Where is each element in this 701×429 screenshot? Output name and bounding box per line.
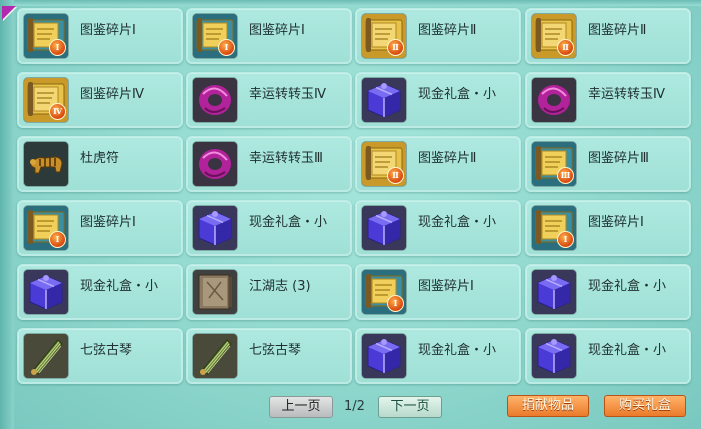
grade-badge: Ⅳ [49, 103, 66, 120]
item-name: 图鉴碎片Ⅰ [80, 215, 136, 230]
item-name: 七弦古琴 [249, 343, 302, 358]
panel-left-border [0, 0, 14, 429]
donate-items-button[interactable]: 捐献物品 [507, 395, 589, 417]
scroll-fragment-icon: Ⅰ [531, 205, 577, 251]
item-name: 现金礼盒・小 [418, 343, 497, 358]
scroll-fragment-icon: Ⅰ [23, 13, 69, 59]
item-name: 图鉴碎片Ⅳ [80, 87, 144, 102]
item-slot[interactable]: 现金礼盒・小 [17, 264, 183, 320]
grade-badge: Ⅰ [557, 231, 574, 248]
scroll-fragment-icon: Ⅱ [531, 13, 577, 59]
item-slot[interactable]: 幸运转转玉Ⅲ [186, 136, 352, 192]
item-slot[interactable]: Ⅰ 图鉴碎片Ⅰ [525, 200, 691, 256]
item-slot[interactable]: 现金礼盒・小 [355, 72, 521, 128]
guqin-icon [23, 333, 69, 379]
gift-box-icon [531, 333, 577, 379]
jianghu-book-icon [192, 269, 238, 315]
item-slot[interactable]: 现金礼盒・小 [525, 264, 691, 320]
item-slot[interactable]: Ⅱ 图鉴碎片Ⅱ [355, 8, 521, 64]
gift-box-icon [361, 205, 407, 251]
grade-badge: Ⅰ [49, 39, 66, 56]
item-slot[interactable]: 现金礼盒・小 [186, 200, 352, 256]
gift-box-icon [531, 269, 577, 315]
item-name: 图鉴碎片Ⅰ [588, 215, 644, 230]
item-slot[interactable]: 江湖志 (3) [186, 264, 352, 320]
next-page-button[interactable]: 下一页 [378, 396, 442, 418]
item-slot[interactable]: 现金礼盒・小 [355, 200, 521, 256]
grade-badge: Ⅱ [387, 167, 404, 184]
item-name: 杜虎符 [80, 151, 120, 166]
item-name: 图鉴碎片Ⅰ [80, 23, 136, 38]
item-slot[interactable]: Ⅳ 图鉴碎片Ⅳ [17, 72, 183, 128]
item-name: 现金礼盒・小 [80, 279, 159, 294]
scroll-fragment-icon: Ⅰ [23, 205, 69, 251]
item-slot[interactable]: Ⅰ 图鉴碎片Ⅰ [355, 264, 521, 320]
item-slot[interactable]: 七弦古琴 [17, 328, 183, 384]
item-slot[interactable]: 幸运转转玉Ⅳ [525, 72, 691, 128]
scroll-fragment-icon: Ⅱ [361, 13, 407, 59]
scroll-fragment-icon: Ⅰ [361, 269, 407, 315]
item-name: 江湖志 (3) [249, 279, 311, 294]
item-name: 幸运转转玉Ⅳ [249, 87, 326, 102]
grade-badge: Ⅱ [557, 39, 574, 56]
item-name: 现金礼盒・小 [418, 215, 497, 230]
gift-box-icon [361, 333, 407, 379]
guqin-icon [192, 333, 238, 379]
item-slot[interactable]: 幸运转转玉Ⅳ [186, 72, 352, 128]
item-slot[interactable]: 杜虎符 [17, 136, 183, 192]
item-slot[interactable]: Ⅲ 图鉴碎片Ⅲ [525, 136, 691, 192]
item-name: 现金礼盒・小 [588, 279, 667, 294]
scroll-fragment-icon: Ⅳ [23, 77, 69, 123]
inventory-panel: Ⅰ 图鉴碎片Ⅰ Ⅰ 图鉴碎片Ⅰ Ⅱ 图鉴碎片Ⅱ Ⅱ 图鉴碎片Ⅱ Ⅳ 图鉴碎片Ⅳ [0, 0, 701, 429]
grade-badge: Ⅰ [49, 231, 66, 248]
grade-badge: Ⅰ [387, 295, 404, 312]
page-indicator: 1/2 [344, 399, 365, 414]
panel-top-strip [14, 0, 701, 6]
item-name: 图鉴碎片Ⅲ [588, 151, 649, 166]
item-name: 幸运转转玉Ⅳ [588, 87, 665, 102]
prev-page-button[interactable]: 上一页 [269, 396, 333, 418]
item-name: 图鉴碎片Ⅱ [418, 23, 477, 38]
mouse-cursor-icon [2, 6, 16, 20]
item-name: 图鉴碎片Ⅱ [418, 151, 477, 166]
item-slot[interactable]: 七弦古琴 [186, 328, 352, 384]
item-slot[interactable]: Ⅰ 图鉴碎片Ⅰ [17, 200, 183, 256]
buy-gift-box-button[interactable]: 购买礼盒 [604, 395, 686, 417]
item-name: 现金礼盒・小 [588, 343, 667, 358]
item-name: 幸运转转玉Ⅲ [249, 151, 323, 166]
item-slot[interactable]: Ⅱ 图鉴碎片Ⅱ [355, 136, 521, 192]
item-name: 图鉴碎片Ⅰ [418, 279, 474, 294]
item-name: 现金礼盒・小 [249, 215, 328, 230]
gift-box-icon [361, 77, 407, 123]
gift-box-icon [23, 269, 69, 315]
item-slot[interactable]: Ⅰ 图鉴碎片Ⅰ [17, 8, 183, 64]
grade-badge: Ⅲ [557, 167, 574, 184]
item-name: 七弦古琴 [80, 343, 133, 358]
item-slot[interactable]: Ⅱ 图鉴碎片Ⅱ [525, 8, 691, 64]
grade-badge: Ⅱ [387, 39, 404, 56]
scroll-fragment-icon: Ⅰ [192, 13, 238, 59]
tiger-tally-icon [23, 141, 69, 187]
item-name: 图鉴碎片Ⅰ [249, 23, 305, 38]
item-slot[interactable]: 现金礼盒・小 [525, 328, 691, 384]
scroll-fragment-icon: Ⅲ [531, 141, 577, 187]
lucky-jade-icon [192, 77, 238, 123]
scroll-fragment-icon: Ⅱ [361, 141, 407, 187]
lucky-jade-icon [531, 77, 577, 123]
item-slot[interactable]: Ⅰ 图鉴碎片Ⅰ [186, 8, 352, 64]
lucky-jade-icon [192, 141, 238, 187]
item-name: 图鉴碎片Ⅱ [588, 23, 647, 38]
item-name: 现金礼盒・小 [418, 87, 497, 102]
item-slot[interactable]: 现金礼盒・小 [355, 328, 521, 384]
gift-box-icon [192, 205, 238, 251]
grade-badge: Ⅰ [218, 39, 235, 56]
